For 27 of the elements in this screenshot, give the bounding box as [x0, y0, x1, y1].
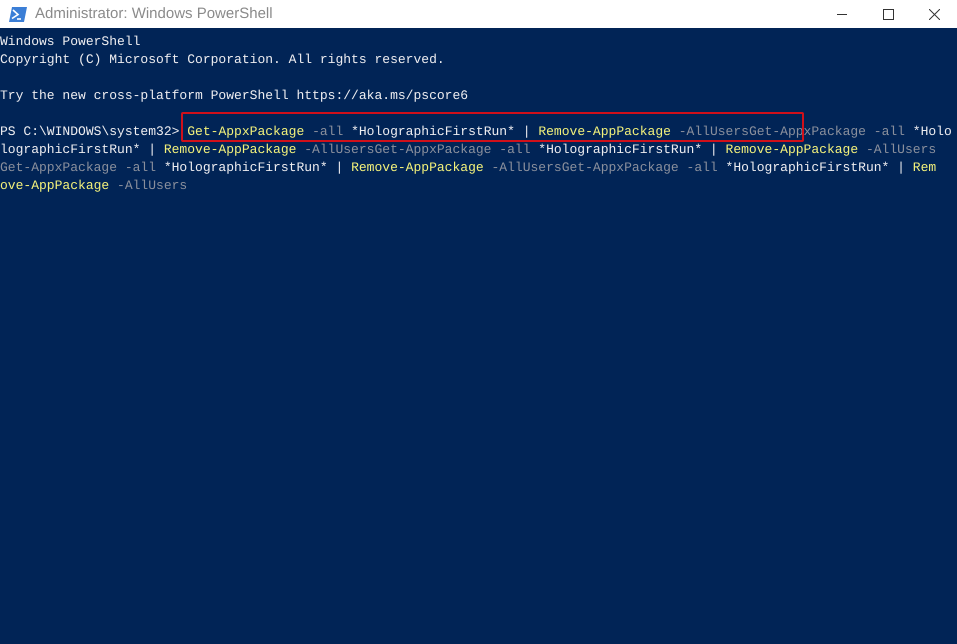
- console-text: Rem: [912, 160, 936, 175]
- console-text: Try the new cross-platform PowerShell https://aka.ms/pscore6: [0, 88, 468, 103]
- console-text: *HolographicFirstRun* |: [726, 160, 906, 175]
- console-text: *HolographicFirstRun* |: [351, 124, 532, 139]
- console-text: Windows PowerShell: [0, 34, 140, 49]
- console-text: Copyright (C) Microsoft Corporation. All rights reserved.: [0, 52, 445, 67]
- console-text: *HolographicFirstRun* |: [164, 160, 344, 175]
- console-text: *HolographicFirstRun* |: [538, 142, 719, 157]
- console-text: Remove-AppPackage: [726, 142, 858, 157]
- console-text: Remove-AppPackage: [538, 124, 671, 139]
- maximize-icon: [882, 8, 894, 20]
- console-text: -AllUsers: [864, 142, 936, 157]
- close-icon: [928, 8, 940, 20]
- console-text: Get-AppxPackage -all: [0, 160, 158, 175]
- console-text: ove-AppPackage: [0, 178, 110, 193]
- window-title: Administrator: Windows PowerShell: [35, 4, 273, 24]
- console-text: Remove-AppPackage: [351, 160, 484, 175]
- console-text: PS C:\WINDOWS\system32>: [0, 124, 180, 139]
- console-text: -AllUsersGet-AppxPackage -all: [490, 160, 719, 175]
- console-text: -AllUsersGet-AppxPackage -all: [303, 142, 532, 157]
- powershell-icon: [9, 6, 27, 22]
- console-text: Get-AppxPackage: [187, 124, 304, 139]
- console-text: -all: [311, 124, 344, 139]
- console-text: Remove-AppPackage: [164, 142, 296, 157]
- console-text: *Holo: [912, 124, 952, 139]
- console-text: lographicFirstRun* |: [0, 142, 158, 157]
- console-text: -AllUsers: [116, 178, 188, 193]
